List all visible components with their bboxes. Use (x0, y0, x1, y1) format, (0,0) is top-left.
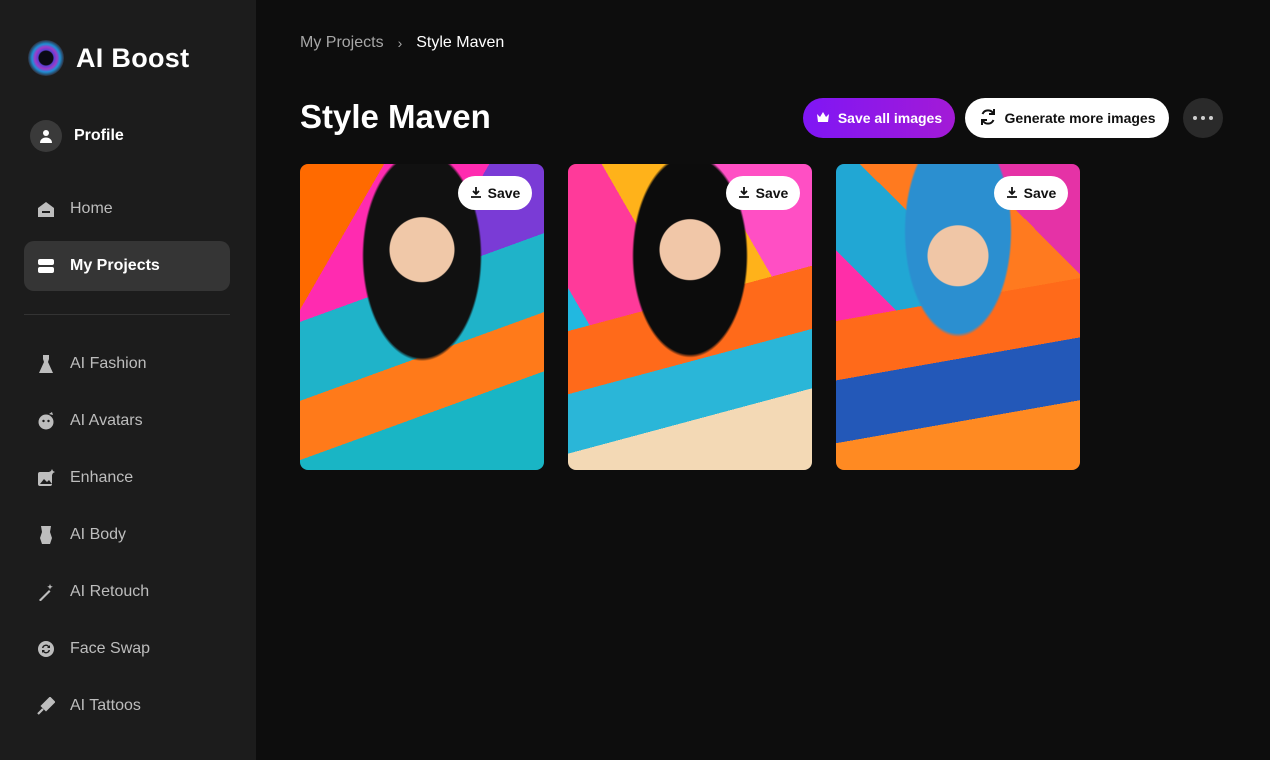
lens-logo-icon (28, 40, 64, 76)
save-all-images-button[interactable]: Save all images (803, 98, 955, 138)
download-icon (470, 185, 482, 201)
sidebar: AI Boost Profile Home My Projects AI Fas… (0, 0, 256, 760)
sidebar-item-ai-retouch[interactable]: AI Retouch (24, 567, 230, 617)
sidebar-item-label: Enhance (70, 469, 134, 486)
dress-icon (36, 354, 56, 374)
generated-image-card[interactable]: Save (568, 164, 812, 470)
sidebar-item-ai-tattoos[interactable]: AI Tattoos (24, 681, 230, 731)
primary-nav: Home My Projects (24, 184, 230, 298)
breadcrumb-current: Style Maven (416, 34, 505, 51)
refresh-icon (979, 108, 997, 129)
generated-image-card[interactable]: Save (300, 164, 544, 470)
generated-image-card[interactable]: Save (836, 164, 1080, 470)
app-logo[interactable]: AI Boost (28, 40, 189, 76)
download-icon (738, 185, 750, 201)
save-image-button[interactable]: Save (458, 176, 532, 210)
sidebar-item-label: AI Body (70, 526, 127, 543)
generate-more-images-button[interactable]: Generate more images (965, 98, 1169, 138)
sidebar-item-label: AI Avatars (70, 412, 143, 429)
save-label: Save (755, 185, 789, 201)
profile-button[interactable]: Profile (24, 114, 230, 158)
sidebar-item-label: AI Fashion (70, 355, 147, 372)
tattoo-machine-icon (36, 696, 56, 716)
body-icon (36, 525, 56, 545)
more-dots-icon (1193, 116, 1213, 120)
app-name: AI Boost (76, 42, 190, 73)
projects-icon (36, 256, 56, 276)
avatar-face-icon (36, 411, 56, 431)
sidebar-item-home[interactable]: Home (24, 184, 230, 234)
user-icon (30, 120, 62, 152)
sidebar-item-face-swap[interactable]: Face Swap (24, 624, 230, 674)
breadcrumb: My Projects › Style Maven (300, 34, 504, 52)
sidebar-item-label: AI Retouch (70, 583, 150, 600)
home-icon (36, 199, 56, 219)
page-title: Style Maven (300, 98, 491, 135)
save-label: Save (1023, 185, 1057, 201)
more-options-button[interactable] (1183, 98, 1223, 138)
download-icon (1006, 185, 1018, 201)
save-image-button[interactable]: Save (726, 176, 800, 210)
save-label: Save (487, 185, 521, 201)
swap-icon (36, 639, 56, 659)
breadcrumb-my-projects[interactable]: My Projects (300, 34, 384, 52)
generate-more-label: Generate more images (1004, 110, 1156, 126)
sidebar-item-ai-body[interactable]: AI Body (24, 510, 230, 560)
tools-nav: AI Fashion AI Avatars Enhance AI Body AI… (24, 339, 230, 738)
sidebar-item-label: Face Swap (70, 640, 151, 657)
sidebar-item-label: AI Tattoos (70, 697, 141, 714)
sidebar-item-enhance[interactable]: Enhance (24, 453, 230, 503)
sidebar-divider (24, 314, 230, 315)
sidebar-item-ai-avatars[interactable]: AI Avatars (24, 396, 230, 446)
magic-wand-icon (36, 582, 56, 602)
sidebar-item-ai-fashion[interactable]: AI Fashion (24, 339, 230, 389)
sidebar-item-label: My Projects (70, 257, 160, 274)
sidebar-item-label: Home (70, 200, 113, 217)
sidebar-item-my-projects[interactable]: My Projects (24, 241, 230, 291)
save-all-label: Save all images (837, 110, 943, 126)
enhance-icon (36, 468, 56, 488)
crown-icon (816, 110, 830, 126)
chevron-right-icon: › (397, 35, 403, 51)
profile-label: Profile (74, 127, 124, 144)
save-image-button[interactable]: Save (994, 176, 1068, 210)
